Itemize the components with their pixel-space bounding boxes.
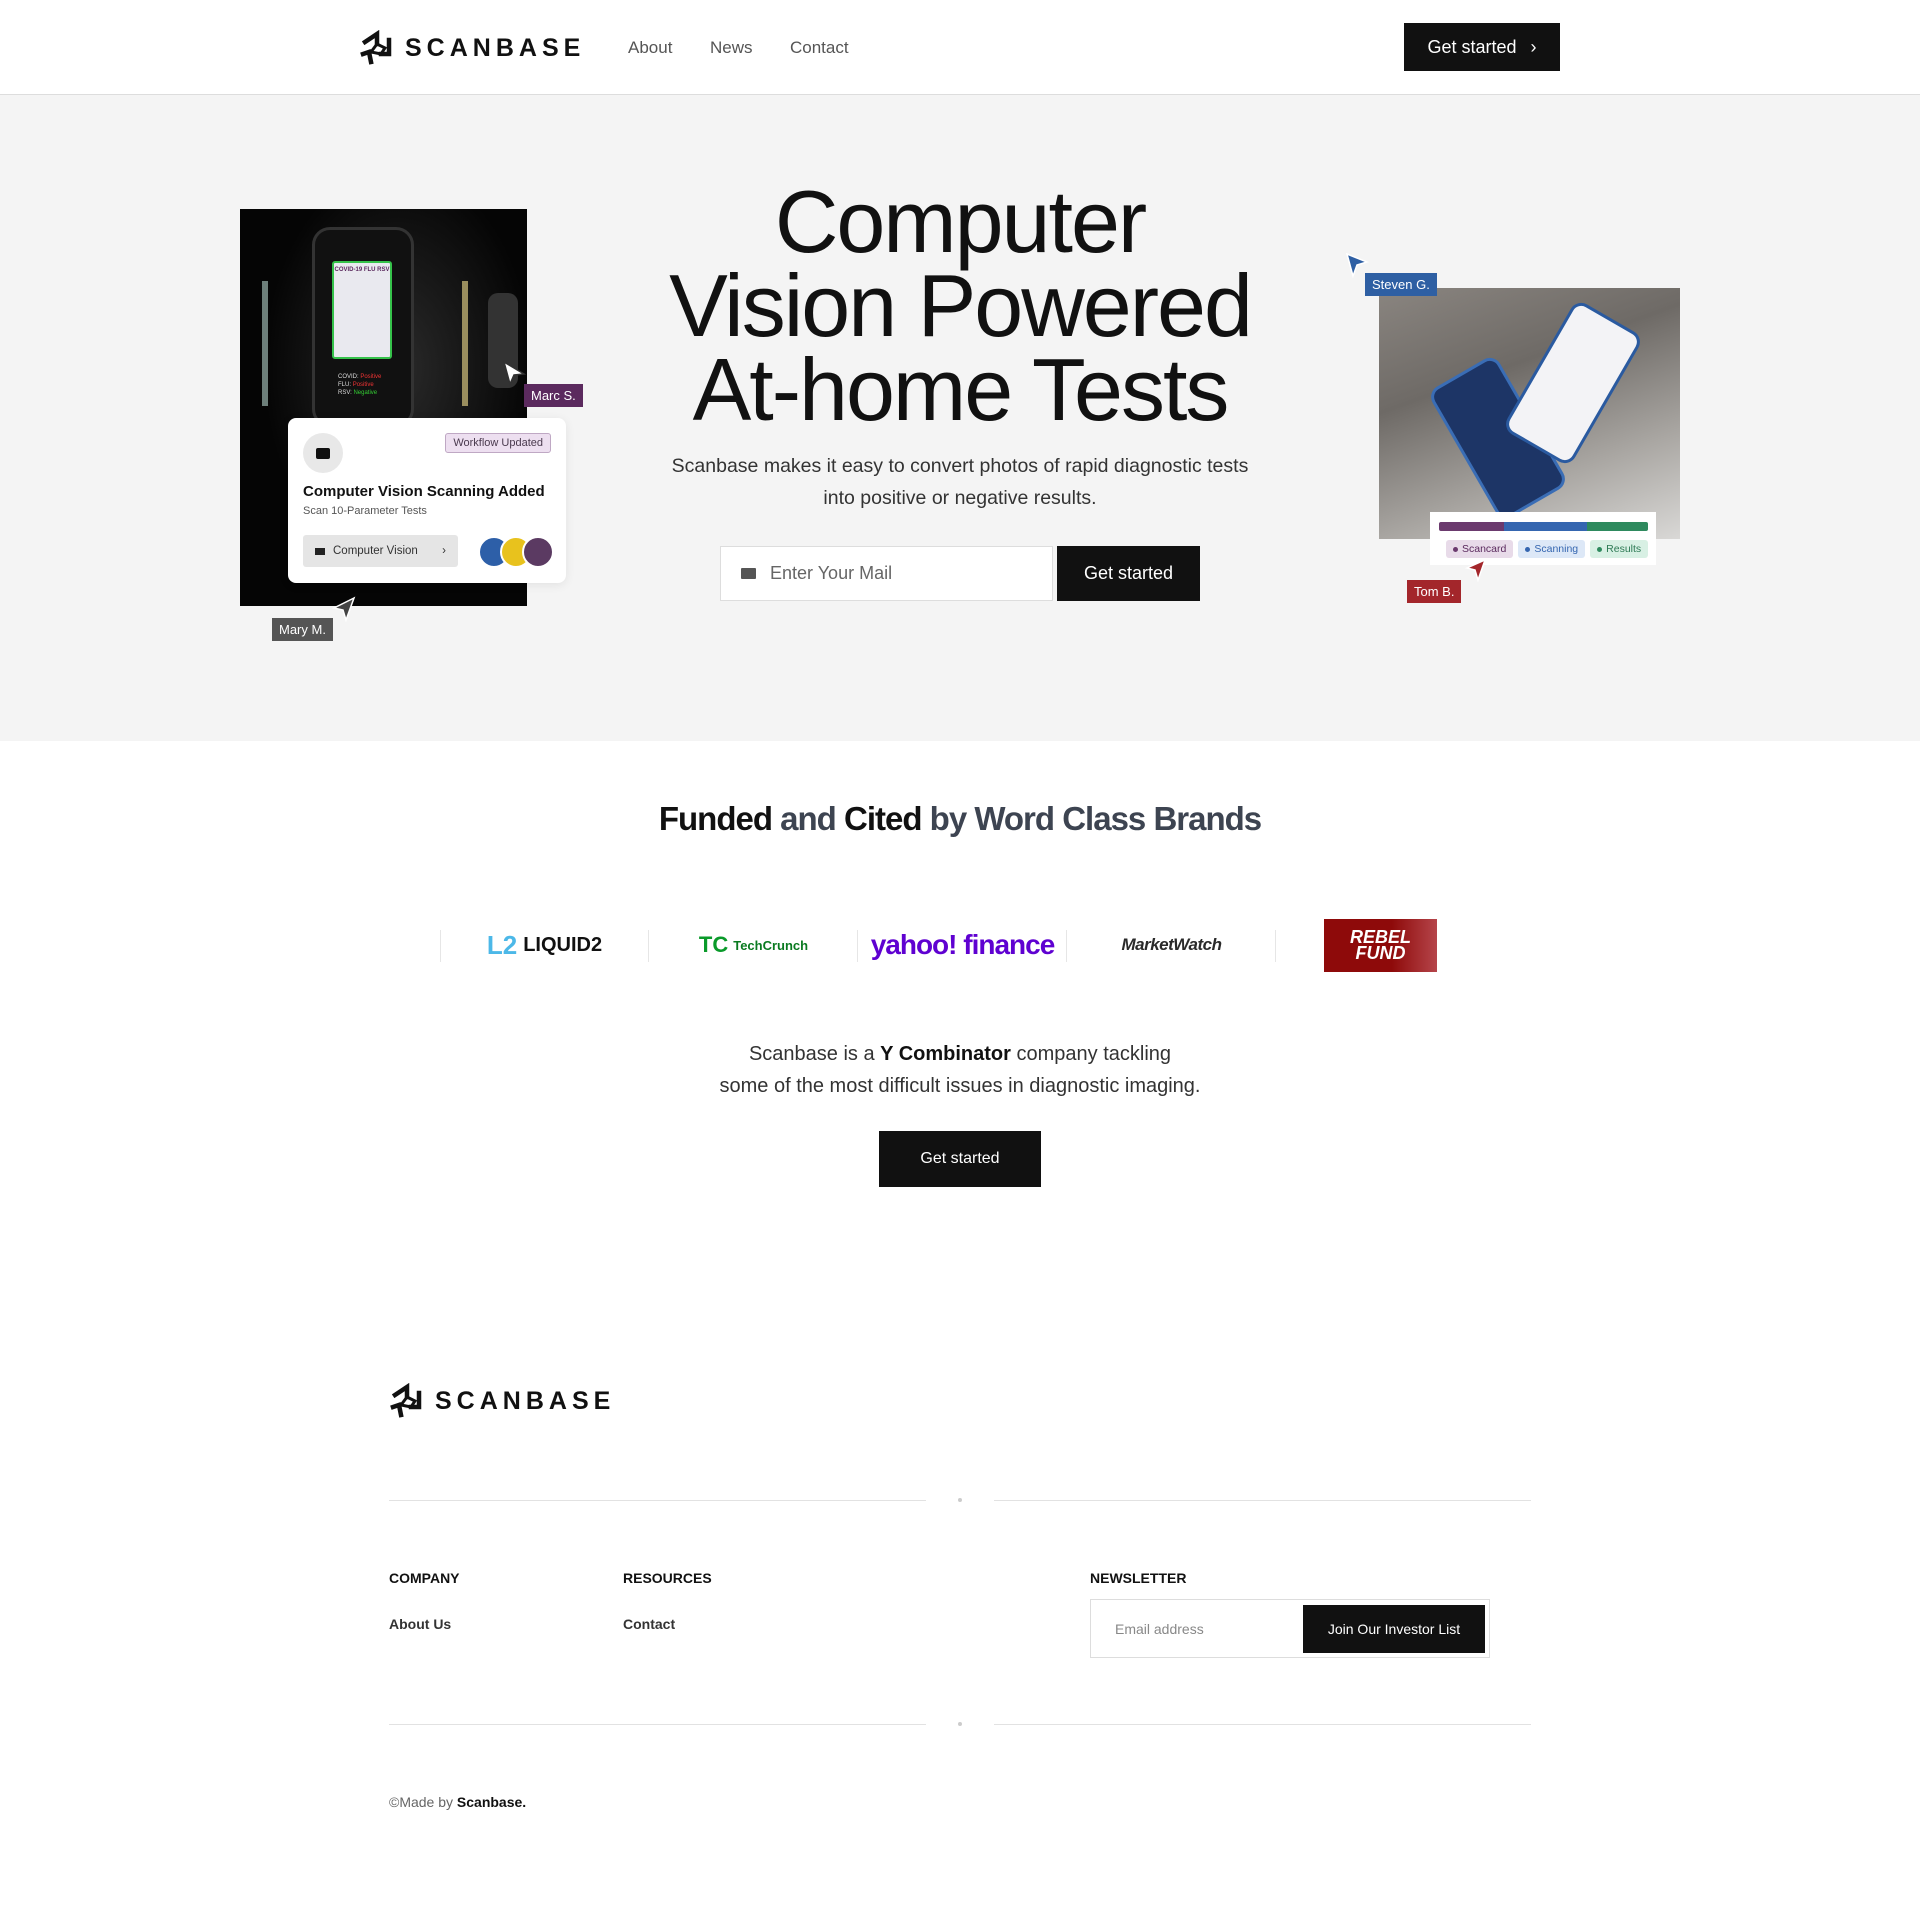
site-header: SCANBASE About News Contact Get started … [0, 0, 1920, 95]
mail-icon [741, 568, 756, 579]
footer-divider [389, 1500, 926, 1501]
video-camera-icon [315, 547, 325, 555]
video-chat-icon [303, 433, 343, 473]
cursor-icon [332, 596, 356, 622]
card-title: Computer Vision Scanning Added [303, 483, 545, 500]
made-by-credit: ©Made by Scanbase. [389, 1794, 527, 1810]
avatar [522, 536, 554, 568]
nav-about[interactable]: About [628, 38, 672, 58]
footer-brand-name: SCANBASE [435, 1386, 616, 1415]
newsletter-email-input[interactable]: Email address [1115, 1621, 1204, 1637]
company-heading: COMPANY [389, 1570, 460, 1586]
footer-link-about-us[interactable]: About Us [389, 1616, 451, 1632]
hero-title: Computer Vision Powered At-home Tests [669, 172, 1253, 439]
step-scanning: Scanning [1518, 540, 1586, 558]
progress-bar [1439, 522, 1648, 531]
chip-label: Computer Vision [333, 545, 418, 557]
footer-logo[interactable]: SCANBASE [389, 1383, 615, 1419]
brand-name: SCANBASE [405, 33, 586, 62]
logo-rebel-fund: REBEL FUND [1276, 910, 1485, 980]
progress-panel: Scancard Scanning Results [1430, 512, 1656, 565]
progress-steps: Scancard Scanning Results [1446, 540, 1649, 558]
footer-link-contact[interactable]: Contact [623, 1616, 675, 1632]
computer-vision-chip[interactable]: Computer Vision › [303, 535, 458, 567]
workflow-card: Workflow Updated Computer Vision Scannin… [288, 418, 566, 583]
email-placeholder: Enter Your Mail [770, 563, 893, 583]
logo-marketwatch: MarketWatch [1121, 935, 1223, 954]
step-results: Results [1590, 540, 1649, 558]
logo-yahoo-finance: yahoo! finance [870, 929, 1056, 960]
header-logo[interactable]: SCANBASE [359, 30, 585, 66]
avatar-group [478, 536, 554, 568]
button-label: Get started [1427, 36, 1517, 57]
nav-news[interactable]: News [710, 38, 753, 58]
join-investor-list-button[interactable]: Join Our Investor List [1303, 1605, 1485, 1653]
scanbase-logo-icon [360, 30, 392, 65]
brand-logos: L2 LIQUID2 TC TechCrunch yahoo! finance Ma… [440, 910, 1480, 980]
divider-dot [958, 1498, 962, 1502]
workflow-updated-badge: Workflow Updated [445, 433, 551, 453]
phone-results: COVID: Positive FLU: Positive RSV: Negat… [338, 374, 382, 396]
header-get-started-button[interactable]: Get started › [1404, 23, 1560, 71]
brands-get-started-button[interactable]: Get started [879, 1131, 1041, 1187]
resources-heading: RESOURCES [623, 1570, 712, 1586]
cursor-icon [502, 360, 526, 386]
cursor-icon [1465, 558, 1487, 582]
cursor-label-mary: Mary M. [272, 618, 333, 641]
brands-heading: Funded and Cited by Word Class Brands [658, 800, 1262, 837]
footer-divider [994, 1724, 1531, 1725]
nav-contact[interactable]: Contact [790, 38, 849, 58]
footer-divider [994, 1500, 1531, 1501]
scanbase-logo-icon [390, 1383, 422, 1418]
card-subtitle: Scan 10-Parameter Tests [303, 505, 427, 517]
hero-subtitle: Scanbase makes it easy to convert photos… [671, 455, 1249, 509]
newsletter-heading: NEWSLETTER [1090, 1570, 1187, 1586]
cursor-label-tom: Tom B. [1407, 580, 1462, 603]
divider-dot [958, 1722, 962, 1726]
hero-email-input[interactable]: Enter Your Mail [720, 546, 1053, 601]
kitchen-phones-image [1379, 288, 1680, 539]
cursor-label-steven: Steven G. [1365, 273, 1437, 296]
chevron-right-icon: › [442, 545, 446, 557]
chevron-right-icon: › [1530, 36, 1537, 57]
logo-techcrunch: TC TechCrunch [698, 932, 809, 957]
step-scancard: Scancard [1446, 540, 1514, 558]
logo-liquid2: L2 LIQUID2 [486, 929, 603, 960]
yc-description: Scanbase is a Y Combinator company tackl… [719, 1043, 1201, 1097]
hero-get-started-button[interactable]: Get started [1057, 546, 1200, 601]
phone-test-title: COVID-19 FLU RSV [332, 261, 392, 359]
newsletter-form: Email address Join Our Investor List [1090, 1599, 1490, 1658]
footer-divider [389, 1724, 926, 1725]
